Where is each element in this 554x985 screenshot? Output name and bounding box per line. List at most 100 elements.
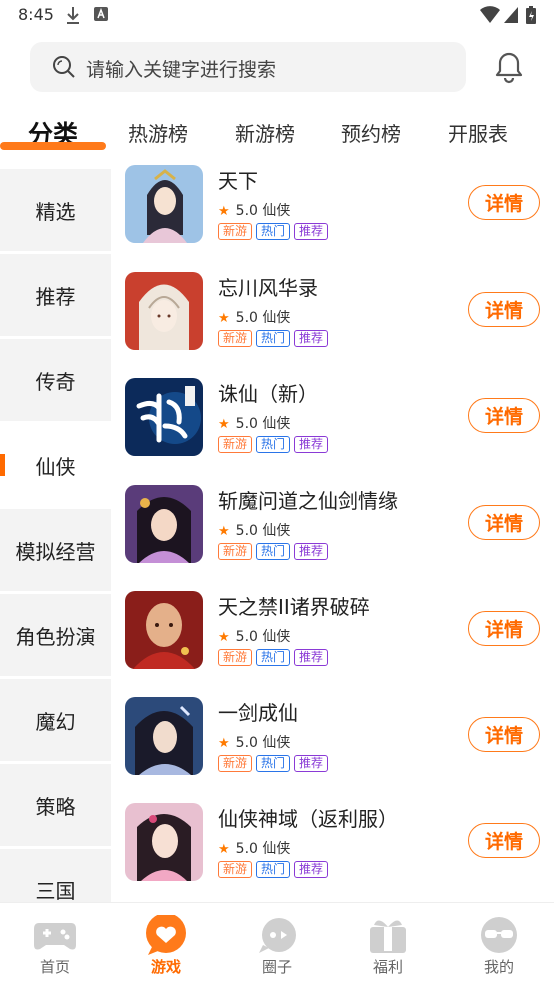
detail-button[interactable]: 详情	[468, 505, 540, 540]
game-item[interactable]: 天下 ★ 5.0 仙侠 新游 热门 推荐 详情	[125, 165, 545, 245]
battery-icon	[526, 6, 536, 24]
sidebar-item-three-kingdoms[interactable]: 三国	[0, 849, 111, 903]
nav-games[interactable]: 游戏	[111, 903, 221, 985]
tag-hot: 热门	[256, 755, 291, 772]
chat-bubble-icon	[259, 918, 296, 953]
game-name: 斩魔问道之仙剑情缘	[218, 489, 398, 513]
tag-hot: 热门	[256, 861, 291, 878]
tag-recommended: 推荐	[294, 543, 329, 560]
tab-reservation[interactable]: 预约榜	[341, 118, 401, 147]
tag-new: 新游	[218, 543, 253, 560]
nav-welfare[interactable]: 福利	[333, 903, 443, 985]
nav-label: 首页	[39, 958, 70, 976]
star-icon: ★	[218, 524, 230, 539]
sidebar-item-recommended[interactable]: 推荐	[0, 254, 111, 336]
tag-new: 新游	[218, 649, 253, 666]
game-rating: ★ 5.0 仙侠	[218, 732, 290, 752]
sidebar-item-label: 三国	[35, 879, 76, 903]
rating-value: 5.0	[235, 523, 258, 539]
search-placeholder: 请输入关键字进行搜索	[86, 59, 277, 81]
sidebar-item-strategy[interactable]: 策略	[0, 764, 111, 846]
game-name: 忘川风华录	[218, 276, 318, 300]
active-indicator	[0, 454, 5, 476]
sidebar-item-label: 传奇	[35, 369, 76, 394]
game-category: 仙侠	[262, 629, 291, 645]
heart-chat-icon	[146, 915, 186, 955]
nav-mine[interactable]: 我的	[444, 903, 554, 985]
game-tags: 新游 热门 推荐	[218, 543, 329, 560]
search-icon	[53, 56, 75, 78]
gamepad-icon	[34, 923, 76, 950]
active-tab-indicator	[0, 142, 106, 150]
game-tags: 新游 热门 推荐	[218, 649, 329, 666]
detail-button[interactable]: 详情	[468, 611, 540, 646]
download-icon	[67, 7, 79, 24]
wifi-icon	[480, 6, 500, 23]
signal-icon	[504, 7, 518, 23]
game-tags: 新游 热门 推荐	[218, 436, 329, 453]
tag-hot: 热门	[256, 543, 291, 560]
tab-new-games[interactable]: 新游榜	[235, 118, 295, 147]
rating-value: 5.0	[235, 841, 258, 857]
game-item[interactable]: 天之禁II诸界破碎 ★ 5.0 仙侠 新游 热门 推荐 详情	[125, 591, 545, 671]
sidebar-item-featured[interactable]: 精选	[0, 169, 111, 251]
tag-new: 新游	[218, 330, 253, 347]
sidebar-item-xianxia[interactable]: 仙侠	[0, 424, 111, 506]
game-category: 仙侠	[262, 841, 291, 857]
detail-button[interactable]: 详情	[468, 185, 540, 220]
game-name: 一剑成仙	[218, 701, 298, 725]
app-notification-icon	[94, 7, 108, 21]
nav-label: 福利	[372, 958, 403, 976]
nav-label: 圈子	[261, 958, 292, 976]
game-rating: ★ 5.0 仙侠	[218, 520, 290, 540]
sidebar-item-label: 精选	[35, 199, 76, 224]
rating-value: 5.0	[235, 735, 258, 751]
game-category: 仙侠	[262, 523, 291, 539]
search-input[interactable]: 请输入关键字进行搜索	[30, 42, 466, 92]
tab-hot-games[interactable]: 热游榜	[128, 118, 188, 147]
nav-circle[interactable]: 圈子	[222, 903, 332, 985]
game-name: 天之禁II诸界破碎	[218, 595, 370, 619]
game-item[interactable]: 忘川风华录 ★ 5.0 仙侠 新游 热门 推荐 详情	[125, 272, 545, 352]
game-item[interactable]: 诛仙（新） ★ 5.0 仙侠 新游 热门 推荐 详情	[125, 378, 545, 458]
game-cover-image	[125, 697, 203, 775]
star-icon: ★	[218, 630, 230, 645]
game-rating: ★ 5.0 仙侠	[218, 838, 290, 858]
sidebar-item-simulation[interactable]: 模拟经营	[0, 509, 111, 591]
game-category: 仙侠	[262, 310, 291, 326]
game-category: 仙侠	[262, 203, 291, 219]
game-cover-image	[125, 803, 203, 881]
game-tags: 新游 热门 推荐	[218, 755, 329, 772]
sidebar-item-label: 魔幻	[35, 709, 76, 734]
star-icon: ★	[218, 204, 230, 219]
tag-new: 新游	[218, 755, 253, 772]
status-bar: 8:45	[0, 0, 554, 32]
nav-home[interactable]: 首页	[0, 903, 110, 985]
detail-button[interactable]: 详情	[468, 398, 540, 433]
star-icon: ★	[218, 311, 230, 326]
rating-value: 5.0	[235, 629, 258, 645]
game-tags: 新游 热门 推荐	[218, 330, 329, 347]
sidebar-item-rpg[interactable]: 角色扮演	[0, 594, 111, 676]
game-item[interactable]: 一剑成仙 ★ 5.0 仙侠 新游 热门 推荐 详情	[125, 697, 545, 777]
star-icon: ★	[218, 417, 230, 432]
detail-button[interactable]: 详情	[468, 292, 540, 327]
tag-new: 新游	[218, 861, 253, 878]
tag-recommended: 推荐	[294, 755, 329, 772]
tag-recommended: 推荐	[294, 861, 329, 878]
game-name: 天下	[218, 169, 258, 193]
star-icon: ★	[218, 736, 230, 751]
game-item[interactable]: 仙侠神域（返利服） ★ 5.0 仙侠 新游 热门 推荐 详情	[125, 803, 545, 883]
tag-hot: 热门	[256, 649, 291, 666]
sidebar-item-fantasy[interactable]: 魔幻	[0, 679, 111, 761]
game-cover-image	[125, 165, 203, 243]
tag-recommended: 推荐	[294, 649, 329, 666]
tag-recommended: 推荐	[294, 223, 329, 240]
detail-button[interactable]: 详情	[468, 823, 540, 858]
tag-new: 新游	[218, 436, 253, 453]
detail-button[interactable]: 详情	[468, 717, 540, 752]
sidebar-item-legend[interactable]: 传奇	[0, 339, 111, 421]
bell-icon[interactable]	[492, 50, 526, 84]
game-item[interactable]: 斩魔问道之仙剑情缘 ★ 5.0 仙侠 新游 热门 推荐 详情	[125, 485, 545, 565]
tab-server-schedule[interactable]: 开服表	[448, 118, 508, 147]
